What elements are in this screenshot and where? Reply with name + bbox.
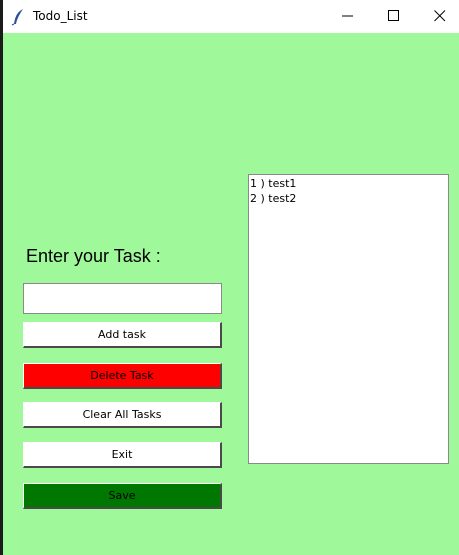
add-task-button[interactable]: Add task (23, 322, 222, 348)
task-input[interactable] (23, 283, 222, 314)
list-item[interactable]: 1 ) test1 (250, 176, 447, 191)
delete-task-button[interactable]: Delete Task (23, 363, 222, 389)
exit-button[interactable]: Exit (23, 442, 222, 468)
clear-all-tasks-button[interactable]: Clear All Tasks (23, 402, 222, 428)
maximize-icon (388, 10, 399, 21)
window-title: Todo_List (33, 9, 88, 23)
close-icon (434, 10, 446, 22)
minimize-button[interactable] (325, 0, 371, 33)
list-item[interactable]: 2 ) test2 (250, 191, 447, 206)
close-button[interactable] (417, 0, 459, 33)
maximize-button[interactable] (371, 0, 417, 33)
task-prompt-label: Enter your Task : (26, 246, 161, 266)
app-window: Todo_List Enter your Task : Add task Del… (3, 0, 459, 555)
feather-icon (11, 8, 27, 26)
minimize-icon (342, 15, 353, 17)
save-button[interactable]: Save (23, 483, 222, 509)
title-bar[interactable]: Todo_List (3, 0, 459, 33)
task-listbox[interactable]: 1 ) test1 2 ) test2 (248, 174, 449, 464)
